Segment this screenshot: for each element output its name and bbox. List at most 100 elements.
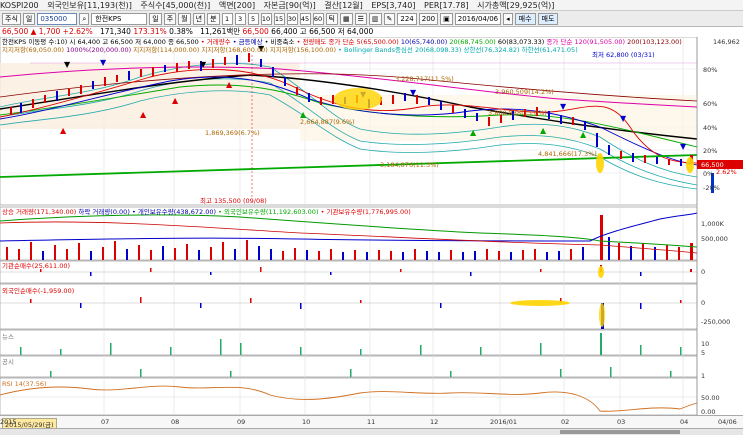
interval-1-button[interactable]: 1 <box>221 12 233 25</box>
legend-item[interactable]: 200(103,123.00) <box>627 38 682 46</box>
axis-tick: 20% <box>703 147 718 155</box>
legend-item[interactable]: • 전량매도 <box>297 38 327 46</box>
sell-button[interactable]: 매도 <box>537 12 559 25</box>
grid-icon[interactable]: ▦ <box>339 12 353 25</box>
index-label: KOSPI200 <box>0 1 39 10</box>
low-annotation: 최저 62,800 (03/31) <box>592 50 655 59</box>
svg-text:▼: ▼ <box>100 58 107 67</box>
legend-item[interactable]: 종가 단순 120(91,505.00) <box>546 38 625 46</box>
period-year-button[interactable]: 년 <box>192 12 206 25</box>
svg-text:▲: ▲ <box>470 128 477 137</box>
legend-item[interactable]: 한전KPS 이동평 수:10) <box>2 38 67 46</box>
svg-text:▲: ▲ <box>540 126 547 135</box>
axis-tick: 1 <box>701 372 706 380</box>
legend-item[interactable]: 시 64,400 고 66,500 저 64,000 종 66,500 <box>69 38 198 46</box>
per-label: PER[17.78] <box>424 1 469 10</box>
highlight-marker <box>686 157 694 173</box>
interval-45-button[interactable]: 45 <box>299 12 311 25</box>
interval-60-button[interactable]: 60 <box>312 12 324 25</box>
price-chart[interactable]: ▼▼ ▼▼ ▲▲ ▲▲ ▲▲ ▲▲ ▼▼ ▼▼ ▼ 3,228,717(11.5… <box>0 37 743 427</box>
tick-button[interactable]: 틱 <box>325 12 338 25</box>
chart-count-input[interactable]: 224 <box>397 12 417 25</box>
legend-item[interactable]: 지지저항(168,600.00) <box>202 46 268 54</box>
stock-name-field[interactable]: 한전KPS <box>91 12 148 25</box>
date-calendar-icon[interactable]: ▣ <box>440 12 453 25</box>
annotation-text: 1,869,369(6.7%) <box>205 129 260 137</box>
buy-button[interactable]: 매수 <box>514 12 536 25</box>
legend-item[interactable]: 지지저항(114,000.00) <box>133 46 199 54</box>
x-tick: 02 <box>561 418 570 426</box>
stock-code-input[interactable]: 035000 <box>37 12 78 25</box>
interval-30-button[interactable]: 30 <box>286 12 298 25</box>
period-week-button[interactable]: 주 <box>163 12 177 25</box>
volume-rate: 173.31% <box>133 27 167 36</box>
legend-item[interactable]: 종가 단순 5(65,500.00) <box>328 38 398 46</box>
interval-5-button[interactable]: 5 <box>247 12 259 25</box>
axis-top-value: 146,962 <box>713 38 740 46</box>
foreign-legend[interactable]: 외국인순매수(-1,959.00) <box>2 287 74 295</box>
legend-item[interactable]: 상승 거래량(171,340.00) <box>2 208 76 216</box>
annotation-text: 4,841,666(17.3%) <box>538 150 597 158</box>
news-legend[interactable]: 뉴스 <box>2 333 14 341</box>
settlement-label: 결산[12월] <box>324 1 363 10</box>
date-input[interactable]: 2016/04/06 <box>454 12 502 25</box>
legend-item[interactable]: • 기관보유수량(1,776,995.00) <box>321 208 411 216</box>
search-icon[interactable]: ⌕ <box>79 12 90 25</box>
axis-tick: 10 <box>701 340 710 348</box>
svg-text:▼: ▼ <box>680 142 687 151</box>
x-tick: 12 <box>430 418 439 426</box>
horizontal-scrollbar[interactable] <box>0 428 743 435</box>
legend-item[interactable]: • 금등예상 <box>233 38 263 46</box>
legend-item[interactable]: • Bollinger Bands중심선 20(68,098.33) <box>338 46 461 54</box>
legend-item[interactable]: 60(83,073.33) <box>498 38 544 46</box>
legend-item[interactable]: 상한선(76,324.82) <box>463 46 519 54</box>
period-month-button[interactable]: 월 <box>178 12 191 25</box>
day-button[interactable]: 일 <box>22 12 36 25</box>
highlight-marker <box>334 88 382 110</box>
legend-item[interactable]: 지지저항(156,100.00) <box>270 46 336 54</box>
stock-type-select[interactable]: 주식 <box>2 12 21 25</box>
current-rate-label: 2.62% <box>716 168 737 176</box>
capital-label: 자본금[90(억)] <box>263 1 316 10</box>
interval-10-button[interactable]: 10 <box>260 12 272 25</box>
rsi-legend[interactable]: RSI 14(37.56) <box>2 380 47 388</box>
institution-legend[interactable]: 기관순매수(25,611.00) <box>2 262 70 270</box>
chart-icon[interactable]: ▥ <box>368 12 382 25</box>
best-ask: 66,500 <box>242 27 269 36</box>
legend-item[interactable]: • 개인보유수량(438,672.00) <box>132 208 216 216</box>
extra-count-button[interactable]: 200 <box>418 12 439 25</box>
x-tick-end: 04/06 <box>718 418 737 426</box>
price-change: ▲ 1,700 <box>30 27 61 36</box>
eps-label: EPS[3,740] <box>371 1 416 10</box>
quote-bar: 66,500 ▲ 1,700 +2.62% 171,340 173.31% 0.… <box>0 27 743 37</box>
legend-item[interactable]: 1000%(200,000.00) <box>66 46 131 54</box>
turnover-rate: 0.38% <box>169 27 193 36</box>
list-icon[interactable]: ☰ <box>354 12 367 25</box>
period-minute-button[interactable]: 분 <box>207 12 220 25</box>
axis-tick: 60% <box>703 100 718 108</box>
legend-item[interactable]: • 비중축소 <box>265 38 295 46</box>
axis-tick: 40% <box>703 124 718 132</box>
period-day-button[interactable]: 일 <box>149 12 162 25</box>
interval-15-button[interactable]: 15 <box>273 12 285 25</box>
legend-item[interactable]: 하한선(61,471.05) <box>522 46 578 54</box>
legend-item[interactable]: 20(68,745.00) <box>449 38 495 46</box>
legend-item[interactable]: 하락 거래량(0.00) <box>78 208 130 216</box>
legend-item[interactable]: • 외국인보유수량(11,192,603.00) <box>218 208 318 216</box>
settings-icon[interactable]: ✎ <box>383 12 396 25</box>
x-tick: 2015 <box>0 418 17 426</box>
annotation-text: 3,960,509(14.2%) <box>495 88 554 96</box>
legend-item[interactable]: 10(65,740.00) <box>401 38 447 46</box>
axis-tick: 0 <box>701 299 706 307</box>
x-tick: 09 <box>237 418 246 426</box>
interval-3-button[interactable]: 3 <box>234 12 246 25</box>
legend-item[interactable]: 지지저항(69,050.00) <box>2 46 64 54</box>
nav-arrow-icon[interactable]: ◂ <box>503 12 513 25</box>
legend-item[interactable]: • 거래량수 <box>201 38 231 46</box>
disclosure-legend[interactable]: 공시 <box>2 358 14 366</box>
current-price: 66,500 <box>2 27 29 36</box>
stock-info-bar: KOSPI200 외국인보유[11,193(천)] 주식수[45,000(천)]… <box>0 0 743 11</box>
scroll-thumb[interactable] <box>560 430 680 434</box>
trade-amount: 11,261백만 <box>200 27 241 36</box>
highlight-marker <box>510 300 570 306</box>
